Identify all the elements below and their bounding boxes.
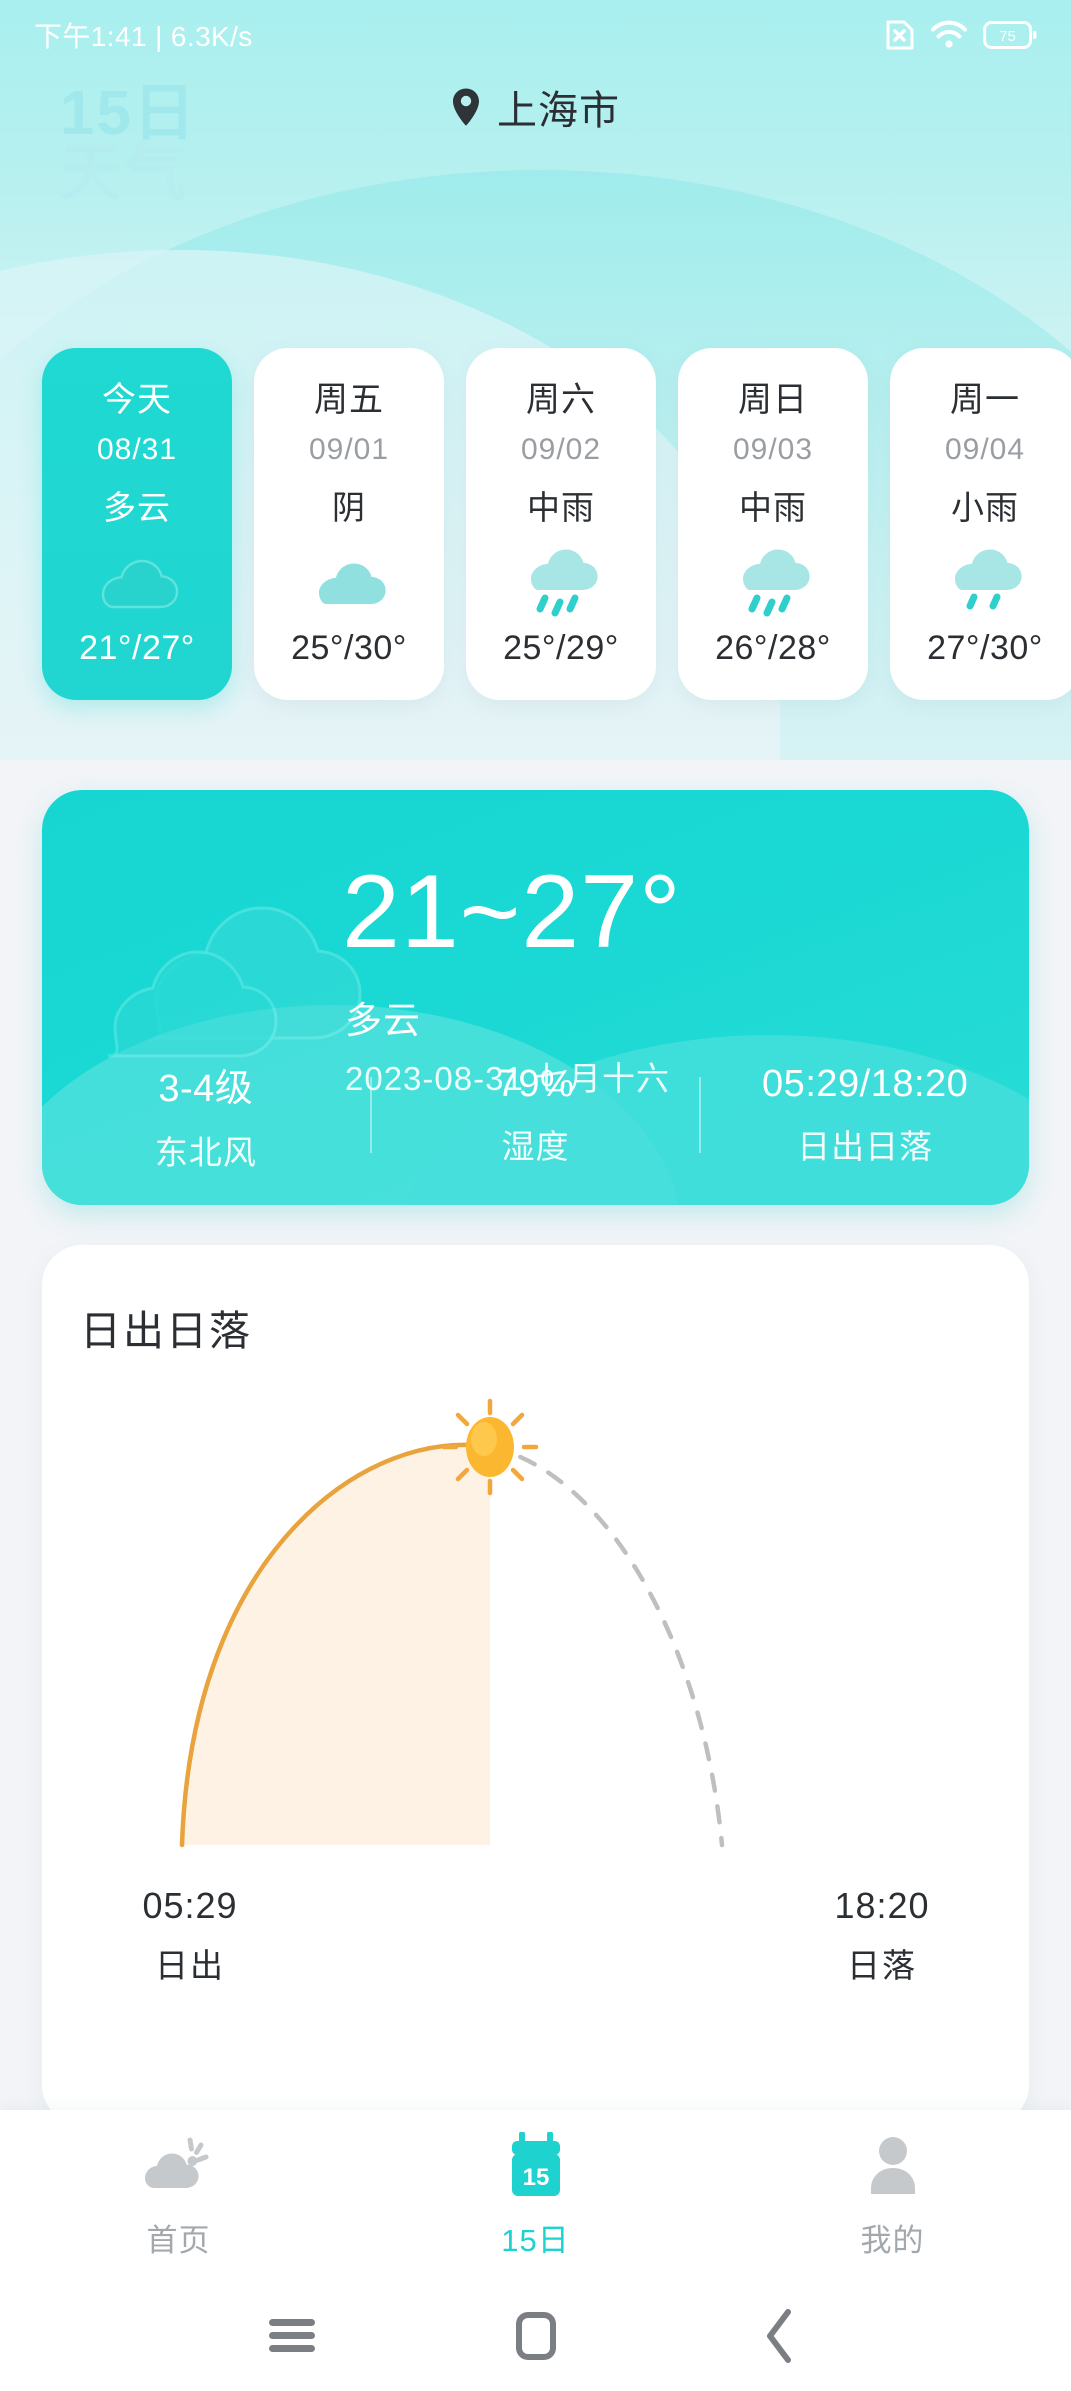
day-condition: 多云 bbox=[103, 489, 171, 526]
menu-lines-icon[interactable] bbox=[260, 2304, 324, 2368]
sunset-caption: 日落 bbox=[847, 1947, 917, 1984]
day-temps: 25°/29° bbox=[503, 629, 619, 667]
tab-label: 15日 bbox=[501, 2222, 570, 2258]
stat-value: 05:29/18:20 bbox=[762, 1062, 969, 1105]
menu-line bbox=[268, 2319, 315, 2326]
location-pin-icon bbox=[451, 87, 481, 127]
status-time-and-network-speed: 下午1:41 | 6.3K/s bbox=[34, 21, 253, 52]
sun-icon bbox=[441, 1398, 539, 1496]
day-condition: 小雨 bbox=[951, 489, 1019, 526]
day-date: 09/04 bbox=[944, 433, 1026, 466]
calendar-day-number: 15 bbox=[522, 2164, 549, 2191]
current-stats-row: 3-4级 东北风 79% 湿度 05:29/18:20 日出日落 bbox=[42, 1055, 1029, 1175]
tab-home[interactable]: 首页 bbox=[0, 2131, 357, 2260]
cloudy-icon bbox=[87, 539, 187, 625]
android-navigation-bar[interactable] bbox=[0, 2280, 1071, 2391]
forecast-day-card-1[interactable]: 周五 09/01 阴 25°/30° bbox=[254, 348, 444, 700]
sim-card-disabled-icon bbox=[885, 18, 915, 52]
day-condition: 阴 bbox=[332, 489, 366, 526]
sun-cloud-icon bbox=[143, 2131, 215, 2203]
calendar-15-icon: 15 bbox=[503, 2131, 569, 2203]
tab-fifteen-day[interactable]: 15 15日 bbox=[357, 2131, 714, 2260]
sunrise-sunset-card: 日出日落 05:29 日出 18:20 日落 bbox=[42, 1245, 1029, 2125]
stat-sun-times: 05:29/18:20 日出日落 bbox=[701, 1063, 1029, 1168]
tab-label: 首页 bbox=[146, 2222, 211, 2258]
day-condition: 中雨 bbox=[739, 489, 807, 526]
day-date: 09/03 bbox=[732, 433, 814, 466]
stat-label: 东北风 bbox=[154, 1133, 257, 1171]
stat-label: 湿度 bbox=[501, 1127, 570, 1165]
current-temperature-range: 21~27° bbox=[342, 854, 682, 970]
day-weekday: 周日 bbox=[738, 381, 808, 419]
stat-label: 日出日落 bbox=[797, 1127, 934, 1165]
day-date: 08/31 bbox=[96, 433, 178, 466]
person-icon bbox=[863, 2131, 923, 2203]
status-bar: 下午1:41 | 6.3K/s 75 bbox=[0, 0, 1071, 70]
sun-path-chart bbox=[42, 1385, 1029, 1885]
day-temps: 21°/27° bbox=[79, 629, 195, 667]
wifi-icon bbox=[931, 20, 967, 50]
sunset-label-group: 18:20 日落 bbox=[802, 1885, 962, 1987]
tab-label: 我的 bbox=[860, 2222, 925, 2258]
day-weekday: 周五 bbox=[314, 381, 384, 419]
menu-line bbox=[268, 2332, 315, 2339]
battery-level-text: 75 bbox=[999, 28, 1016, 45]
day-temps: 26°/28° bbox=[715, 629, 831, 667]
current-condition: 多云 bbox=[345, 1000, 421, 1041]
day-temps: 25°/30° bbox=[291, 629, 407, 667]
rain-icon bbox=[727, 539, 819, 625]
sunrise-caption: 日出 bbox=[155, 1947, 225, 1984]
back-chevron-icon[interactable] bbox=[748, 2304, 812, 2368]
battery-icon: 75 bbox=[983, 20, 1037, 50]
tab-profile[interactable]: 我的 bbox=[714, 2131, 1071, 2260]
sunset-time: 18:20 bbox=[834, 1885, 930, 1926]
stat-value: 3-4级 bbox=[158, 1067, 254, 1110]
watermark-line-2: 天气 bbox=[60, 138, 189, 208]
page-title: 上海市 bbox=[497, 89, 620, 133]
stat-value: 79% bbox=[496, 1062, 575, 1105]
forecast-day-card-3[interactable]: 周日 09/03 中雨 26°/28° bbox=[678, 348, 868, 700]
sunrise-label-group: 05:29 日出 bbox=[110, 1885, 270, 1987]
day-temps: 27°/30° bbox=[927, 629, 1043, 667]
day-weekday: 今天 bbox=[102, 381, 172, 419]
home-square-icon[interactable] bbox=[504, 2304, 568, 2368]
light-rain-icon bbox=[939, 539, 1031, 625]
menu-line bbox=[268, 2345, 315, 2352]
day-weekday: 周一 bbox=[950, 381, 1020, 419]
forecast-day-strip[interactable]: 今天 08/31 多云 21°/27° 周五 09/01 阴 25°/30° 周… bbox=[0, 348, 1071, 700]
forecast-day-card-4[interactable]: 周一 09/04 小雨 27°/30° bbox=[890, 348, 1071, 700]
day-date: 09/01 bbox=[308, 433, 390, 466]
rain-icon bbox=[515, 539, 607, 625]
sunrise-time: 05:29 bbox=[142, 1885, 238, 1926]
day-condition: 中雨 bbox=[527, 489, 595, 526]
current-weather-card: 21~27° 多云 2023-08-31 七月十六 3-4级 东北风 79% 湿… bbox=[42, 790, 1029, 1205]
status-icons: 75 bbox=[885, 18, 1037, 52]
cloudy-icon bbox=[303, 539, 395, 625]
forecast-day-card-0[interactable]: 今天 08/31 多云 21°/27° bbox=[42, 348, 232, 700]
day-weekday: 周六 bbox=[526, 381, 596, 419]
forecast-day-card-2[interactable]: 周六 09/02 中雨 25°/29° bbox=[466, 348, 656, 700]
sunrise-sunset-title: 日出日落 bbox=[80, 1308, 252, 1354]
stat-wind: 3-4级 东北风 bbox=[42, 1057, 370, 1174]
day-date: 09/02 bbox=[520, 433, 602, 466]
stat-humidity: 79% 湿度 bbox=[372, 1063, 700, 1168]
bottom-tab-bar[interactable]: 首页 15 15日 我的 bbox=[0, 2110, 1071, 2280]
city-header[interactable]: 上海市 bbox=[0, 78, 1071, 136]
